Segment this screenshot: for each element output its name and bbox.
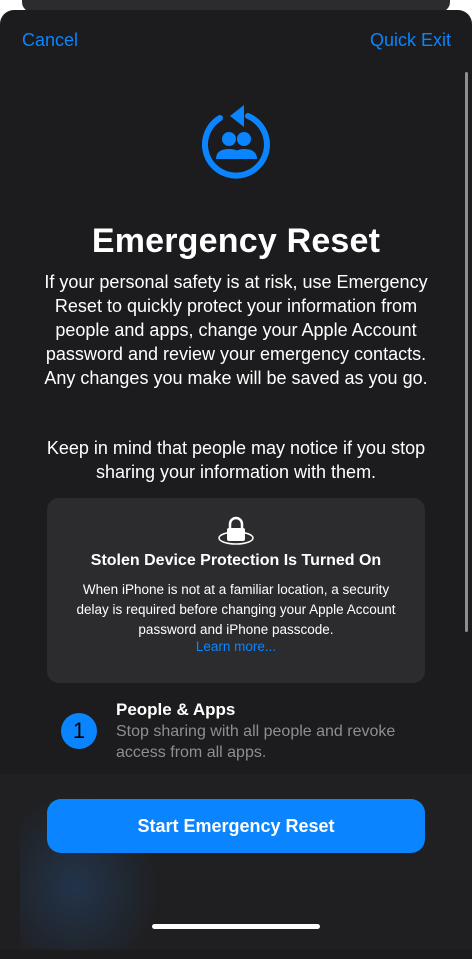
- page-title: Emergency Reset: [91, 222, 381, 260]
- people-reset-icon: [201, 105, 270, 179]
- scrollbar[interactable]: [465, 72, 468, 632]
- lock-icon: [218, 516, 254, 545]
- quick-exit-button[interactable]: Quick Exit: [370, 30, 451, 51]
- card-description: When iPhone is not at a familiar locatio…: [76, 582, 396, 637]
- notice-paragraph: Keep in mind that people may notice if y…: [46, 438, 426, 482]
- step-number-badge: 1: [61, 713, 97, 749]
- start-emergency-reset-button[interactable]: Start Emergency Reset: [47, 799, 425, 853]
- card-title: Stolen Device Protection Is Turned On: [90, 552, 382, 569]
- cancel-button[interactable]: Cancel: [22, 30, 78, 51]
- intro-paragraph: If your personal safety is at risk, use …: [44, 272, 428, 388]
- stolen-device-protection-card: Stolen Device Protection Is Turned On Wh…: [47, 498, 425, 683]
- home-indicator[interactable]: [152, 924, 320, 929]
- step-title: People & Apps: [116, 700, 236, 719]
- learn-more-link[interactable]: Learn more...: [47, 639, 425, 654]
- step-description: Stop sharing with all people and revoke …: [116, 723, 396, 761]
